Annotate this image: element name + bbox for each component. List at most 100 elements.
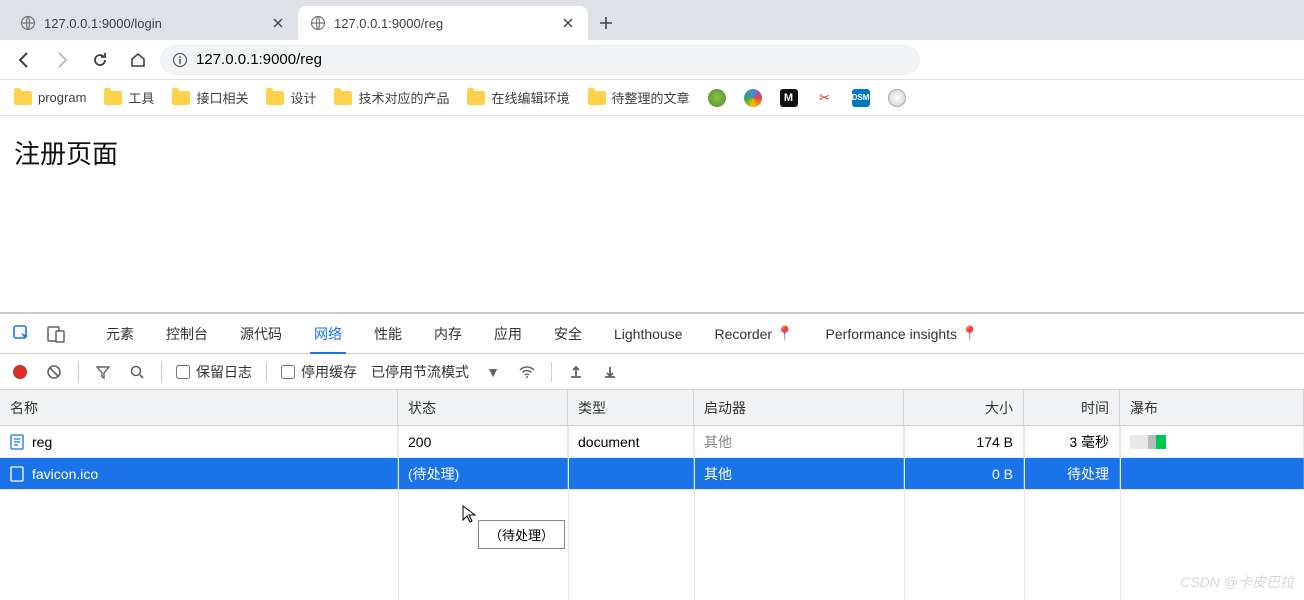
request-status: (待处理) — [398, 458, 568, 489]
globe-icon — [310, 15, 326, 31]
devtools-tab-application[interactable]: 应用 — [478, 314, 538, 354]
folder-icon — [172, 91, 190, 105]
upload-icon[interactable] — [566, 362, 586, 382]
network-table-body: reg200document其他174 B3 毫秒favicon.ico(待处理… — [0, 426, 1304, 600]
bookmark-folder[interactable]: 接口相关 — [172, 88, 248, 107]
pin-icon: 📍 — [961, 325, 978, 342]
extension-icon[interactable]: ✂ — [816, 89, 834, 107]
network-toolbar: 保留日志 停用缓存 已停用节流模式 ▼ — [0, 354, 1304, 390]
col-header-type[interactable]: 类型 — [568, 390, 694, 425]
preserve-log-checkbox[interactable]: 保留日志 — [176, 362, 252, 382]
bookmark-label: 待整理的文章 — [612, 88, 690, 107]
col-header-time[interactable]: 时间 — [1024, 390, 1120, 425]
folder-icon — [467, 91, 485, 105]
extension-icon[interactable] — [708, 89, 726, 107]
browser-tab-active[interactable]: 127.0.0.1:9000/reg — [298, 6, 588, 40]
bookmark-label: 接口相关 — [196, 88, 248, 107]
col-header-size[interactable]: 大小 — [904, 390, 1024, 425]
extension-icon[interactable]: DSM — [852, 89, 870, 107]
file-icon — [10, 434, 24, 450]
clear-button[interactable] — [44, 362, 64, 382]
request-time: 待处理 — [1024, 458, 1120, 489]
devtools-tab-performance[interactable]: 性能 — [358, 314, 418, 354]
globe-icon — [20, 15, 36, 31]
record-icon — [13, 365, 27, 379]
devtools-tab-lighthouse[interactable]: Lighthouse — [598, 314, 699, 354]
close-icon[interactable] — [560, 15, 576, 31]
chevron-down-icon[interactable]: ▼ — [483, 362, 503, 382]
home-button[interactable] — [122, 44, 154, 76]
request-size: 174 B — [904, 426, 1024, 457]
request-type: document — [568, 426, 694, 457]
bookmark-label: 工具 — [128, 88, 154, 107]
request-type — [568, 458, 694, 489]
back-button[interactable] — [8, 44, 40, 76]
device-toggle-icon[interactable] — [42, 320, 70, 348]
extension-icon[interactable] — [888, 89, 906, 107]
col-header-name[interactable]: 名称 — [0, 390, 398, 425]
bookmark-folder[interactable]: 工具 — [104, 88, 154, 107]
devtools-tab-recorder[interactable]: Recorder📍 — [699, 314, 810, 354]
network-row[interactable]: reg200document其他174 B3 毫秒 — [0, 426, 1304, 458]
wifi-icon[interactable] — [517, 362, 537, 382]
url-box[interactable] — [160, 45, 920, 75]
filter-button[interactable] — [93, 362, 113, 382]
network-row[interactable]: favicon.ico(待处理)其他0 B待处理 — [0, 458, 1304, 490]
request-size: 0 B — [904, 458, 1024, 489]
bookmark-label: program — [38, 90, 86, 105]
folder-icon — [104, 91, 122, 105]
new-tab-button[interactable] — [592, 9, 620, 37]
col-header-waterfall[interactable]: 瀑布 — [1120, 390, 1304, 425]
col-header-status[interactable]: 状态 — [398, 390, 568, 425]
url-input[interactable] — [196, 51, 908, 68]
request-time: 3 毫秒 — [1024, 426, 1120, 457]
devtools-tab-memory[interactable]: 内存 — [418, 314, 478, 354]
file-icon — [10, 466, 24, 482]
bookmark-folder[interactable]: 待整理的文章 — [588, 88, 690, 107]
bookmark-label: 在线编辑环境 — [491, 88, 569, 107]
folder-icon — [588, 91, 606, 105]
bookmark-folder[interactable]: 设计 — [266, 88, 316, 107]
record-button[interactable] — [10, 362, 30, 382]
tab-title: 127.0.0.1:9000/login — [44, 16, 262, 31]
tab-title: 127.0.0.1:9000/reg — [334, 16, 552, 31]
reload-button[interactable] — [84, 44, 116, 76]
page-heading: 注册页面 — [14, 134, 1290, 171]
request-waterfall — [1120, 458, 1304, 489]
request-name: favicon.ico — [32, 466, 98, 482]
request-initiator: 其他 — [704, 432, 732, 452]
devtools-tab-sources[interactable]: 源代码 — [224, 314, 298, 354]
pin-icon: 📍 — [776, 325, 793, 342]
devtools-tab-perf-insights[interactable]: Performance insights📍 — [810, 314, 995, 354]
bookmark-folder[interactable]: program — [14, 90, 86, 105]
bookmark-label: 设计 — [290, 88, 316, 107]
throttling-select[interactable]: 已停用节流模式 — [371, 362, 469, 382]
devtools-tab-network[interactable]: 网络 — [298, 314, 358, 354]
close-icon[interactable] — [270, 15, 286, 31]
browser-tab-bar: 127.0.0.1:9000/login 127.0.0.1:9000/reg — [0, 0, 1304, 40]
tooltip: （待处理） — [478, 520, 565, 549]
col-header-initiator[interactable]: 启动器 — [694, 390, 904, 425]
inspect-icon[interactable] — [8, 320, 36, 348]
download-icon[interactable] — [600, 362, 620, 382]
devtools-tab-security[interactable]: 安全 — [538, 314, 598, 354]
devtools-panel: 元素 控制台 源代码 网络 性能 内存 应用 安全 Lighthouse Rec… — [0, 312, 1304, 600]
bookmark-folder[interactable]: 技术对应的产品 — [334, 88, 449, 107]
page-content: 注册页面 — [0, 116, 1304, 189]
bookmark-label: 技术对应的产品 — [358, 88, 449, 107]
bookmark-folder[interactable]: 在线编辑环境 — [467, 88, 569, 107]
browser-tab[interactable]: 127.0.0.1:9000/login — [8, 6, 298, 40]
extension-icon[interactable] — [744, 89, 762, 107]
network-table-header: 名称 状态 类型 启动器 大小 时间 瀑布 — [0, 390, 1304, 426]
extension-icon[interactable]: M — [780, 89, 798, 107]
disable-cache-checkbox[interactable]: 停用缓存 — [281, 362, 357, 382]
folder-icon — [14, 91, 32, 105]
search-button[interactable] — [127, 362, 147, 382]
cursor-icon — [462, 505, 476, 523]
info-icon[interactable] — [172, 52, 188, 68]
forward-button[interactable] — [46, 44, 78, 76]
devtools-tab-elements[interactable]: 元素 — [90, 314, 150, 354]
request-status: 200 — [398, 426, 568, 457]
bookmarks-bar: program 工具 接口相关 设计 技术对应的产品 在线编辑环境 待整理的文章… — [0, 80, 1304, 116]
devtools-tab-console[interactable]: 控制台 — [150, 314, 224, 354]
